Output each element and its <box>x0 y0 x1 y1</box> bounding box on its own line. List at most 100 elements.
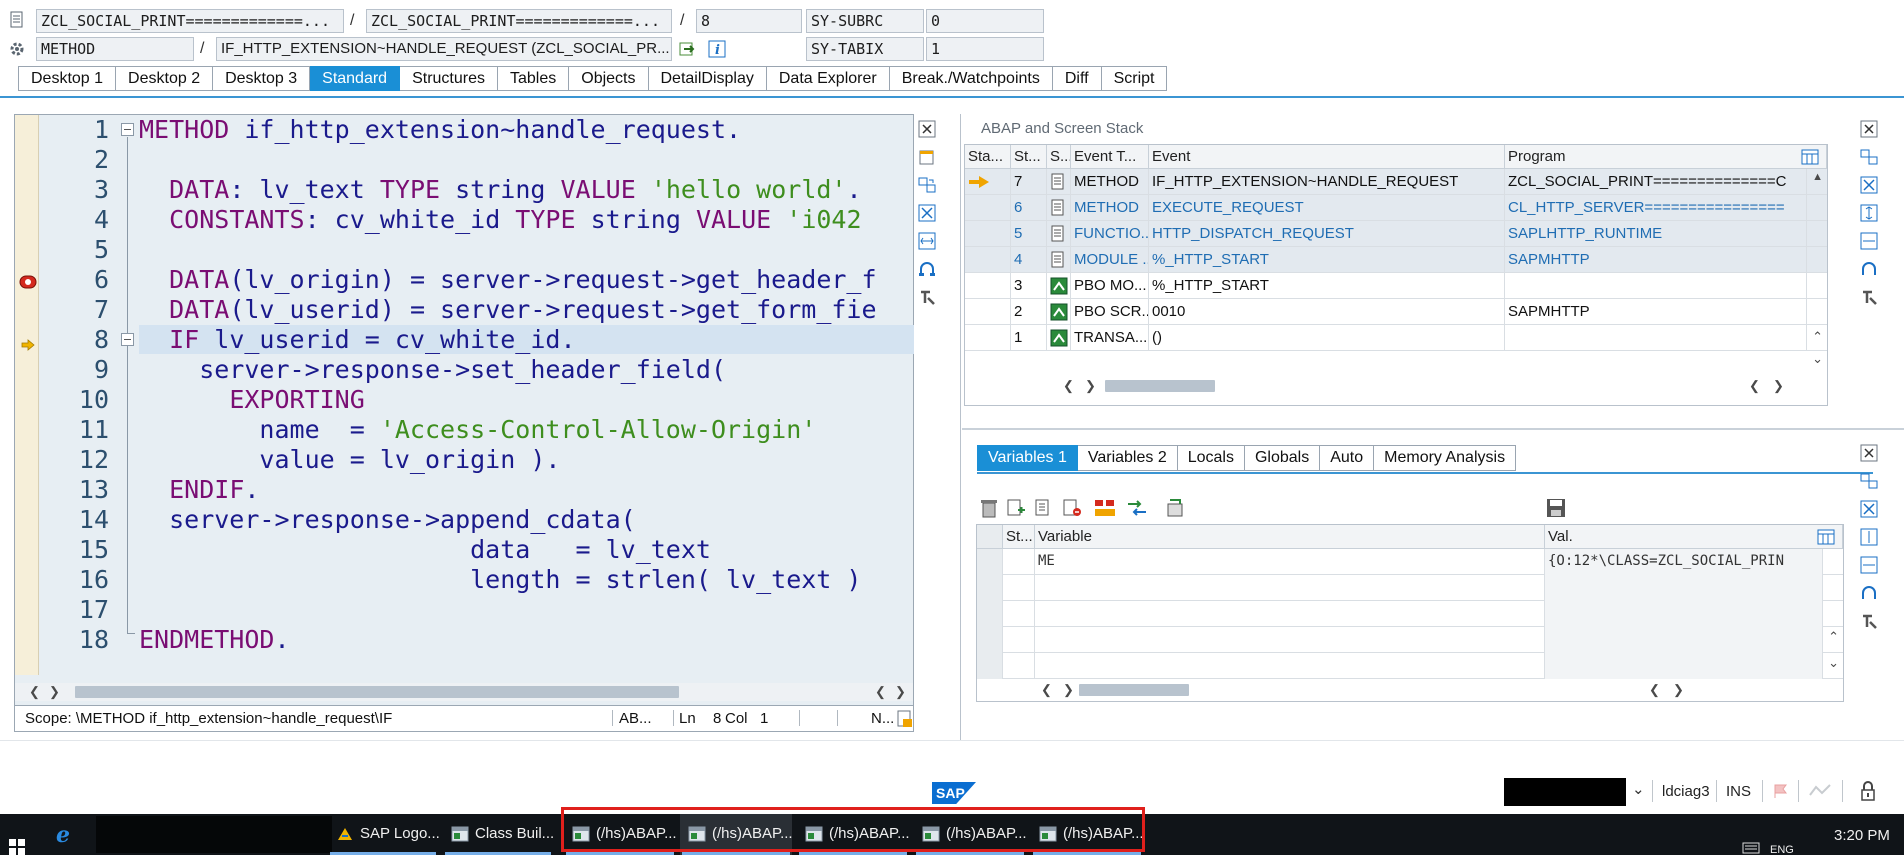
table-row[interactable]: ME {O:12*\CLASS=ZCL_SOCIAL_PRIN <box>977 549 1843 575</box>
source-code-editor[interactable]: 1 2 3 4 5 6 7 8 9 10 11 12 13 14 15 16 1… <box>14 114 914 706</box>
row-selector[interactable] <box>977 653 1003 679</box>
scroll-up-icon[interactable]: ⌃ <box>1828 629 1839 645</box>
scroll-down-icon[interactable]: ⌄ <box>1828 655 1839 671</box>
collapse-toggle[interactable] <box>121 333 134 346</box>
column-header[interactable]: St... <box>1003 525 1035 549</box>
table-row[interactable] <box>977 627 1843 653</box>
scroll-thumb[interactable] <box>1105 380 1215 392</box>
table-row[interactable] <box>977 653 1843 679</box>
tab-desktop-1[interactable]: Desktop 1 <box>18 66 117 91</box>
scroll-thumb[interactable] <box>1079 684 1189 696</box>
scroll-up-icon[interactable]: ▲ <box>1812 169 1823 185</box>
column-header[interactable]: Val. <box>1545 525 1843 549</box>
table-row[interactable]: 3 PBO MO... %_HTTP_START <box>965 273 1827 299</box>
tab-desktop-2[interactable]: Desktop 2 <box>116 66 214 91</box>
table-settings-icon[interactable] <box>1817 528 1835 546</box>
scroll-left-icon[interactable]: ❮ <box>1749 378 1760 394</box>
windows-start-icon[interactable] <box>8 838 26 855</box>
navigate-icon[interactable] <box>678 40 696 58</box>
variable-name-input[interactable] <box>1035 575 1545 601</box>
scroll-right-icon[interactable]: ❯ <box>1063 682 1074 698</box>
arch-icon[interactable] <box>918 260 936 278</box>
tab-auto[interactable]: Auto <box>1320 445 1375 471</box>
document-lock-icon[interactable] <box>897 710 913 728</box>
resize-vertical-icon[interactable] <box>1860 204 1878 222</box>
scroll-left-icon[interactable]: ❮ <box>1063 378 1074 394</box>
maximize-icon[interactable] <box>918 204 936 222</box>
tab-data-explorer[interactable]: Data Explorer <box>766 66 890 91</box>
internet-explorer-icon[interactable]: e <box>54 822 78 846</box>
column-header[interactable]: Sta... <box>965 145 1011 169</box>
tab-breakpoints[interactable]: Break./Watchpoints <box>889 66 1053 91</box>
row-selector[interactable] <box>977 627 1003 653</box>
scroll-left-icon[interactable]: ❮ <box>29 684 40 700</box>
row-selector[interactable] <box>977 549 1003 575</box>
delete-row-icon[interactable] <box>1062 498 1082 518</box>
tab-objects[interactable]: Objects <box>569 66 649 91</box>
tab-standard[interactable]: Standard <box>310 66 401 91</box>
scroll-right-icon[interactable]: ❯ <box>1085 378 1096 394</box>
resize-horizontal-icon[interactable] <box>1860 232 1878 250</box>
swap-icon[interactable] <box>1860 148 1878 166</box>
scroll-right-icon[interactable]: ❯ <box>1673 682 1684 698</box>
scroll-left-icon[interactable]: ❮ <box>1649 682 1660 698</box>
column-header[interactable]: Program <box>1505 145 1827 169</box>
maximize-icon[interactable] <box>1860 176 1878 194</box>
tab-variables-1[interactable]: Variables 1 <box>977 445 1078 471</box>
table-row[interactable]: 4 MODULE ... %_HTTP_START SAPMHTTP <box>965 247 1827 273</box>
tab-structures[interactable]: Structures <box>400 66 498 91</box>
variable-name-input[interactable] <box>1035 601 1545 627</box>
tab-locals[interactable]: Locals <box>1177 445 1245 471</box>
lock-icon[interactable] <box>1860 780 1876 802</box>
swap-icon[interactable] <box>918 176 936 194</box>
maximize-icon[interactable] <box>1860 500 1878 518</box>
input-language[interactable]: ENG <box>1770 844 1794 855</box>
scroll-left-icon[interactable]: ❮ <box>1041 682 1052 698</box>
column-header[interactable]: S... <box>1047 145 1071 169</box>
variable-name-input[interactable] <box>1035 627 1545 653</box>
breakpoint-icon[interactable] <box>19 275 37 289</box>
scroll-up-icon[interactable]: ⌃ <box>1812 329 1823 345</box>
vertical-splitter[interactable] <box>960 114 961 740</box>
table-row[interactable]: 5 FUNCTIO... HTTP_DISPATCH_REQUEST SAPLH… <box>965 221 1827 247</box>
transfer-icon[interactable] <box>1126 498 1148 518</box>
taskbar-item[interactable]: Class Buil... <box>443 814 554 855</box>
column-header[interactable]: Variable <box>1035 525 1545 549</box>
collapse-toggle[interactable] <box>121 123 134 136</box>
chevron-down-icon[interactable]: ⌄ <box>1632 780 1645 798</box>
tab-desktop-3[interactable]: Desktop 3 <box>213 66 311 91</box>
table-row[interactable]: 7 METHOD IF_HTTP_EXTENSION~HANDLE_REQUES… <box>965 169 1827 195</box>
resize-horizontal-icon[interactable] <box>1860 556 1878 574</box>
close-icon[interactable] <box>1860 444 1878 462</box>
column-header[interactable]: Event T... <box>1071 145 1149 169</box>
tools-icon[interactable] <box>918 288 936 306</box>
variables-horizontal-scrollbar[interactable]: ❮ ❯ ❮ ❯ <box>1037 681 1843 699</box>
table-row[interactable] <box>977 575 1843 601</box>
row-selector[interactable] <box>977 575 1003 601</box>
keyboard-icon[interactable] <box>1742 842 1760 854</box>
export-icon[interactable] <box>1164 498 1186 518</box>
scroll-down-icon[interactable]: ⌄ <box>1812 351 1823 367</box>
info-icon[interactable]: i <box>708 40 726 58</box>
scroll-right-icon[interactable]: ❯ <box>895 684 906 700</box>
resize-horizontal-icon[interactable] <box>918 232 936 250</box>
tab-variables-2[interactable]: Variables 2 <box>1077 445 1178 471</box>
arch-icon[interactable] <box>1860 260 1878 278</box>
add-row-icon[interactable] <box>1006 498 1026 518</box>
table-row[interactable]: 2 PBO SCR... 0010 SAPMHTTP <box>965 299 1827 325</box>
save-icon[interactable] <box>1546 498 1566 518</box>
tab-tables[interactable]: Tables <box>498 66 570 91</box>
editor-horizontal-scrollbar[interactable]: ❮ ❯ ❮ ❯ <box>15 683 913 701</box>
scroll-thumb[interactable] <box>75 686 679 698</box>
scroll-right-icon[interactable]: ❯ <box>1773 378 1784 394</box>
tab-diff[interactable]: Diff <box>1052 66 1102 91</box>
horizontal-splitter[interactable] <box>962 428 1904 430</box>
table-row[interactable]: 6 METHOD EXECUTE_REQUEST CL_HTTP_SERVER=… <box>965 195 1827 221</box>
variable-name-input[interactable] <box>1035 653 1545 679</box>
tools-icon[interactable] <box>1860 288 1878 306</box>
tab-script[interactable]: Script <box>1101 66 1168 91</box>
copy-row-icon[interactable] <box>1034 498 1054 518</box>
tab-globals[interactable]: Globals <box>1244 445 1321 471</box>
breakpoint-gutter[interactable] <box>15 115 39 675</box>
table-settings-icon[interactable] <box>1801 148 1819 166</box>
